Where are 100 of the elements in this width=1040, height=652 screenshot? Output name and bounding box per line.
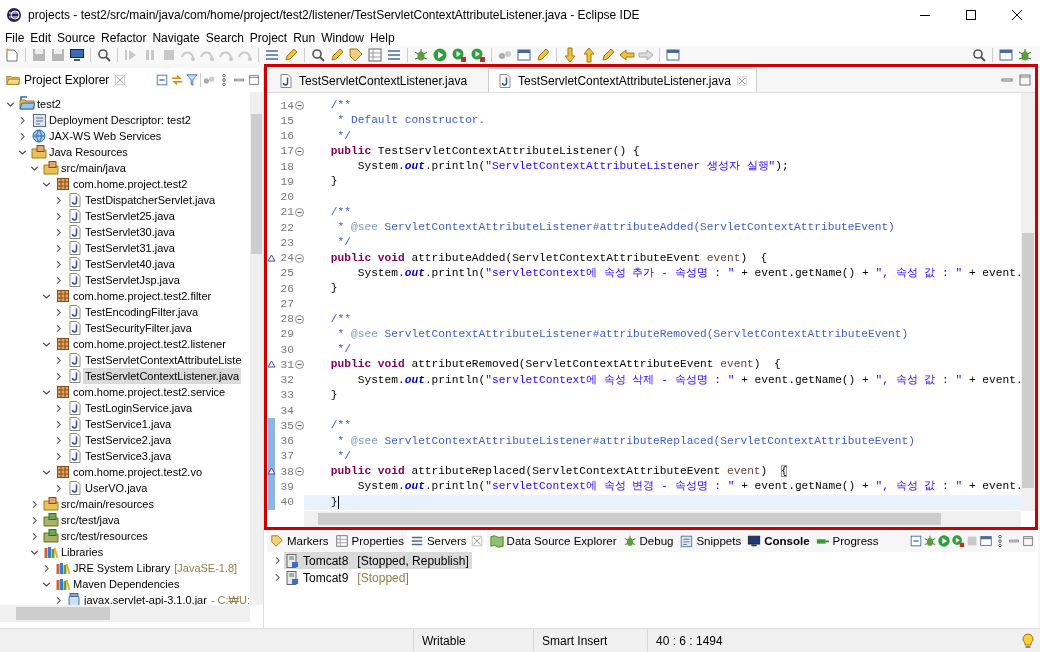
code-line: } [329,174,338,190]
tree-item[interactable]: com.home.project.test2 [71,176,190,192]
code-line: */ [336,235,351,251]
line-number: 26 [279,282,294,295]
code-line: System.out.println("ServletContextAttributeListener 생성자 실행"); [356,159,789,174]
tree-item[interactable]: TestServletJsp.java [83,272,182,288]
tree-item[interactable]: Deployment Descriptor: test2 [47,112,193,128]
tree-item[interactable]: com.home.project.test2.filter [71,288,214,304]
line-number: 17 [279,145,294,158]
view-tab[interactable]: Servers [406,530,487,552]
tree-item-decoration: [JavaSE-1.8] [174,562,238,574]
code-line: } [329,387,338,403]
tree-item[interactable]: Java Resources [47,144,130,160]
code-line: /** [329,204,351,220]
tree-item[interactable]: TestService1.java [83,416,174,432]
line-number: 15 [279,114,294,127]
menu-item[interactable]: Search [202,31,247,45]
status-field: Writable [413,628,533,652]
view-tab[interactable]: Project Explorer [2,69,132,91]
code-line: */ [336,342,351,357]
menu-item[interactable]: Navigate [149,31,203,45]
line-number: 30 [279,343,294,356]
view-tab[interactable]: Data Source Explorer [486,530,620,552]
line-number: 40 [279,496,294,509]
line-number: 23 [279,236,294,249]
tree-item[interactable]: TestServletContextAttributeListe [83,352,244,368]
line-number: 19 [279,175,294,188]
code-line: System.out.println("servletContext에 속성 삭제 - 속성명 : " + event.getName() + ", 속성 값 : " + event. [356,372,1021,388]
view-tab[interactable]: Debug [619,530,677,552]
tree-item[interactable]: TestServlet31.java [83,240,177,256]
tree-item[interactable]: src/main/java [59,160,128,176]
line-number: 25 [279,267,294,280]
line-number: 21 [279,206,294,219]
line-number: 36 [279,435,294,448]
tree-item[interactable]: TestService3.java [83,448,174,464]
code-line: } [329,281,338,296]
code-line: /** [329,418,351,434]
editor-tab[interactable]: TestServletContextAttributeListener.java [488,68,757,92]
view-tab[interactable]: Markers [267,530,332,552]
tree-item[interactable]: test2 [35,96,63,112]
code-line: public TestServletContextAttributeListener() { [329,143,640,159]
tree-item[interactable]: TestEncodingFilter.java [83,304,201,320]
view-tab[interactable]: Snippets [676,530,745,552]
line-number: 20 [279,191,294,204]
tree-item[interactable]: UserVO.java [83,480,150,496]
code-line: public void attributeReplaced(ServletContextAttributeEvent event) { [329,464,788,479]
tree-item[interactable]: com.home.project.test2.listener [71,336,228,352]
menu-item[interactable]: Run [290,31,319,45]
code-line: System.out.println("servletContext에 속성 변경 - 속성명 : " + event.getName() + ", 속성 값 : " + event. [356,479,1021,495]
tree-item[interactable]: Libraries [59,544,106,560]
tree-item[interactable]: src/main/resources [59,496,156,512]
menu-item[interactable]: Window [318,31,367,45]
view-title: Project Explorer [24,73,110,87]
code-line: public void attributeAdded(ServletContextAttributeEvent event) { [329,250,768,266]
tree-item[interactable]: TestDispatcherServlet.java [83,192,218,208]
code-line: * @see ServletContextAttributeListener#attributeRemoved(ServletContextAttributeEvent) [336,326,909,342]
menu-item[interactable]: Help [366,31,398,45]
editor-tab[interactable]: TestServletContextListener.java [269,68,477,92]
line-number: 24 [279,252,294,265]
tree-item[interactable]: com.home.project.test2.vo [71,464,204,480]
code-line: /** [329,311,351,327]
tree-item[interactable]: JAX-WS Web Services [47,128,164,144]
tree-item[interactable]: TestServlet25.java [83,208,177,224]
line-number: 18 [279,160,294,173]
line-number: 34 [279,404,294,417]
tree-item[interactable]: TestServletContextListener.java [83,368,242,384]
server-item[interactable]: Tomcat9 [Stopped] [284,569,412,586]
window-title: projects - test2/src/main/java/com/home/project/test2/listener/TestServletContextAttributeListener.java - Eclipse IDE [28,8,641,22]
view-tab[interactable]: Console [744,530,813,552]
tree-item[interactable]: JRE System Library [71,560,173,576]
tree-item[interactable]: src/test/resources [59,528,150,544]
menu-item[interactable]: Project [246,31,291,45]
tree-item-decoration: - C:₩U: [210,594,250,605]
tree-item[interactable]: TestServlet40.java [83,256,177,272]
tree-item[interactable]: TestServlet30.java [83,224,177,240]
line-number: 32 [279,374,294,387]
line-number: 27 [279,297,294,310]
line-number: 38 [279,465,294,478]
line-number: 39 [279,480,294,493]
code-line: } [329,494,338,510]
tree-item[interactable]: TestLoginService.java [83,400,194,416]
tree-item[interactable]: Maven Dependencies [71,576,182,592]
tree-item[interactable]: com.home.project.test2.service [71,384,228,400]
menu-item[interactable]: File [2,31,28,45]
tree-item[interactable]: TestService2.java [83,432,174,448]
menu-item[interactable]: Source [54,31,99,45]
line-number: 14 [279,99,294,112]
code-line: /** [329,98,351,113]
line-number: 22 [279,221,294,234]
tree-item[interactable]: src/test/java [59,512,122,528]
view-tab[interactable]: Progress [812,530,882,552]
code-line: System.out.println("servletContext에 속성 추가 - 속성명 : " + event.getName() + ", 속성 값 : " + event. [356,265,1021,281]
server-item[interactable]: Tomcat8 [Stopped, Republish] [284,552,472,569]
menu-item[interactable]: Edit [27,31,55,45]
menu-item[interactable]: Refactor [98,31,150,45]
line-number: 16 [279,130,294,143]
status-field: Smart Insert [533,628,647,652]
tree-item[interactable]: TestSecurityFilter.java [83,320,194,336]
code-line: */ [336,128,351,144]
view-tab[interactable]: Properties [331,530,407,552]
